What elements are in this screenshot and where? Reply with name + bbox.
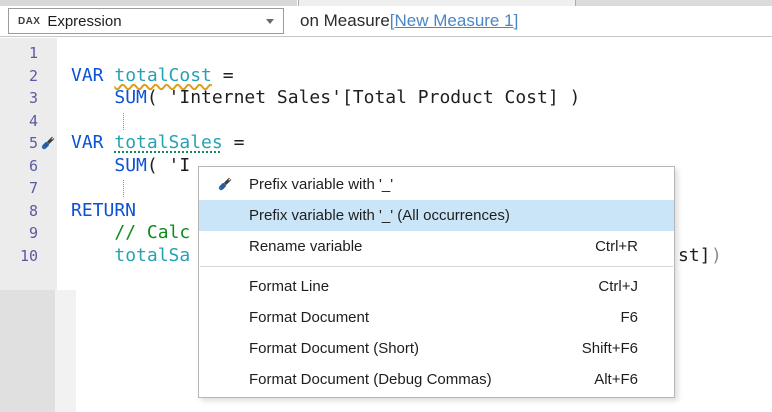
bracket-close: ] [514,11,519,31]
menu-item-rename-variable[interactable]: Rename variableCtrl+R [199,231,674,262]
line-number: 7 [0,179,38,197]
code-line-3[interactable]: SUM( 'Internet Sales'[Total Product Cost… [57,87,772,110]
code-token [71,222,114,243]
code-token: st] [678,245,711,268]
menu-item-label: Prefix variable with '_' [249,176,638,193]
menu-item-format-line[interactable]: Format LineCtrl+J [199,271,674,302]
gutter-line-7: 7 [0,177,57,200]
indent-guide [123,180,124,197]
gutter-line-9: 9 [0,222,57,245]
dax-badge: DAX [18,16,40,27]
menu-separator [200,266,673,267]
code-line-4[interactable] [57,110,772,133]
code-line-2[interactable]: VAR totalCost = [57,65,772,88]
gutter-line-3: 3 [0,87,57,110]
line-number: 5 [0,134,38,152]
menu-item-shortcut: Alt+F6 [594,371,638,388]
line-number-gutter: 1 2 3 4 5 6 7 8 9 10 [0,38,57,290]
chevron-down-icon[interactable] [266,19,274,24]
menu-item-format-document-debug-commas[interactable]: Format Document (Debug Commas)Alt+F6 [199,364,674,395]
gutter-icon-slot [38,112,57,130]
line-number: 1 [0,44,38,62]
line-number: 3 [0,89,38,107]
code-token: = [223,132,245,153]
code-token: ( 'I [147,155,190,176]
code-token: = [212,65,234,86]
line-number: 6 [0,157,38,175]
code-line-5[interactable]: VAR totalSales = [57,132,772,155]
expression-type-dropdown[interactable]: DAX Expression [8,8,284,34]
gutter-line-5: 5 [0,132,57,155]
gutter-icon-slot [38,179,57,197]
gutter-line-1: 1 [0,42,57,65]
code-token: // Calc [114,222,190,243]
gutter-line-8: 8 [0,200,57,223]
menu-item-shortcut: Ctrl+J [598,278,638,295]
code-token: totalSales [114,132,222,153]
menu-item-format-document[interactable]: Format DocumentF6 [199,302,674,333]
code-token: SUM [114,87,147,108]
menu-item-shortcut: Shift+F6 [582,340,638,357]
code-token: ( 'Internet Sales'[Total Product Cost] ) [147,87,580,108]
code-token: RETURN [71,200,136,221]
gutter-icon-slot [38,44,57,62]
menu-item-label: Rename variable [249,238,595,255]
line-number: 10 [0,247,38,265]
gutter-line-10: 10 [0,245,57,268]
gutter-line-6: 6 [0,155,57,178]
code-token: SUM [114,155,147,176]
menu-item-label: Format Document (Debug Commas) [249,371,594,388]
menu-item-format-document-short[interactable]: Format Document (Short)Shift+F6 [199,333,674,364]
gutter-icon-slot [38,67,57,85]
code-token [71,245,114,266]
measure-context-label: on Measure [ New Measure 1 ] [300,6,518,36]
line-number: 4 [0,112,38,130]
quick-fix-screwdriver-icon[interactable] [38,134,57,152]
code-token: totalCost [114,65,212,86]
line-number: 2 [0,67,38,85]
gutter-line-2: 2 [0,65,57,88]
code-token: totalSa [114,245,190,266]
gutter-icon-slot [38,89,57,107]
menu-item-shortcut: F6 [620,309,638,326]
code-token: VAR [71,65,114,86]
refactor-context-menu: Prefix variable with '_' Prefix variable … [198,166,675,398]
indent-guide [123,113,124,130]
dax-expression-editor-window: DAX Expression on Measure [ New Measure … [0,0,772,412]
code-token [71,87,114,108]
gutter-icon-slot [38,202,57,220]
line-number: 8 [0,202,38,220]
line-number: 9 [0,224,38,242]
menu-item-prefix-variable[interactable]: Prefix variable with '_' [199,169,674,200]
gutter-line-4: 4 [0,110,57,133]
expression-dropdown-value: Expression [47,13,266,30]
screwdriver-icon [199,176,249,193]
code-line-1[interactable] [57,42,772,65]
expression-editor-header: DAX Expression on Measure [ New Measure … [0,6,772,37]
gutter-icon-slot [38,224,57,242]
gutter-end-area [0,290,55,412]
code-token [71,155,114,176]
menu-item-shortcut: Ctrl+R [595,238,638,255]
gutter-margin-strip [55,290,76,412]
code-token: ) [711,245,722,268]
menu-item-prefix-variable-all-occurrences[interactable]: Prefix variable with '_' (All occurrence… [199,200,674,231]
gutter-icon-slot [38,247,57,265]
on-measure-text: on Measure [300,11,390,31]
measure-name-link[interactable]: New Measure 1 [395,11,514,31]
menu-item-label: Format Line [249,278,598,295]
menu-item-label: Format Document [249,309,620,326]
code-token: VAR [71,132,114,153]
gutter-icon-slot [38,157,57,175]
menu-item-label: Format Document (Short) [249,340,582,357]
menu-item-label: Prefix variable with '_' (All occurrence… [249,207,638,224]
